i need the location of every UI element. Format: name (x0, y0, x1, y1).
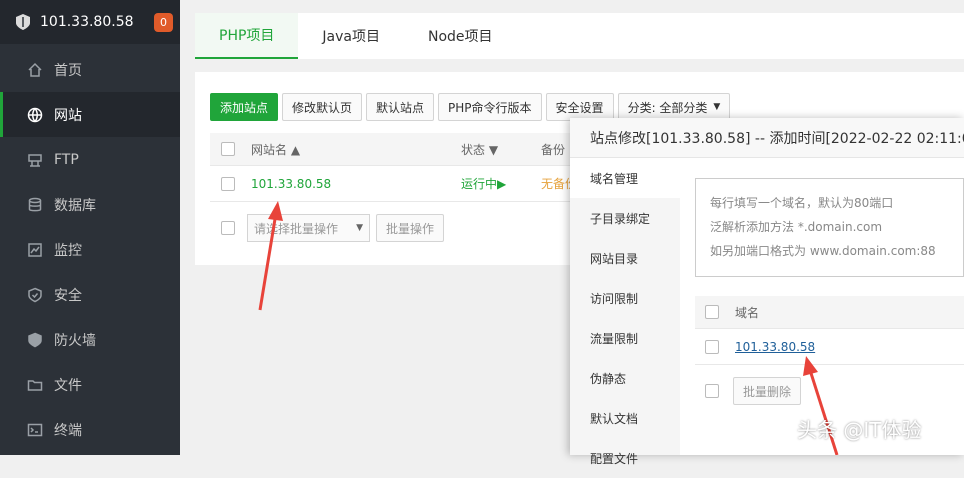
sidebar-item-database[interactable]: 数据库 (0, 182, 180, 227)
modal-content: 每行填写一个域名，默认为80端口 泛解析添加方法 *.domain.com 如另… (695, 158, 964, 455)
site-status[interactable]: 运行中▶ (461, 175, 541, 192)
chevron-down-icon: ▼ (713, 102, 721, 112)
domain-table-header: 域名 (695, 296, 964, 329)
domain-checkbox[interactable] (705, 339, 719, 354)
category-dropdown[interactable]: 分类: 全部分类 ▼ (617, 93, 731, 121)
header-site-name[interactable]: 网站名 ▲ (251, 141, 461, 158)
sidebar-item-security[interactable]: 安全 (0, 272, 180, 317)
folder-icon (27, 377, 43, 393)
sidebar-item-label: 安全 (54, 287, 82, 304)
batch-delete-button[interactable]: 批量删除 (733, 377, 802, 405)
project-tabs: PHP项目 Java项目 Node项目 (195, 13, 964, 59)
firewall-icon (27, 332, 43, 348)
server-ip: 101.33.80.58 (40, 14, 134, 30)
shield-icon (27, 287, 43, 303)
row-checkbox[interactable] (221, 176, 235, 191)
shield-logo-icon (16, 14, 30, 30)
hint-line: 如另加端口格式为 www.domain.com:88 (710, 244, 936, 258)
add-site-button[interactable]: 添加站点 (210, 93, 279, 121)
sidebar-item-label: FTP (54, 151, 79, 168)
sidebar-item-label: 网站 (54, 107, 82, 124)
sidebar-item-files[interactable]: 文件 (0, 362, 180, 407)
batch-select-placeholder: 请选择批量操作 (254, 221, 339, 236)
php-cli-version-button[interactable]: PHP命令行版本 (438, 93, 542, 121)
sidebar-item-home[interactable]: 首页 (0, 47, 180, 92)
modal-nav: 域名管理 子目录绑定 网站目录 访问限制 流量限制 伪静态 默认文档 配置文件 (570, 158, 680, 466)
tab-java[interactable]: Java项目 (298, 13, 404, 59)
domain-table: 域名 101.33.80.58 (695, 296, 964, 365)
nav-access-restriction[interactable]: 访问限制 (570, 278, 680, 318)
select-all-checkbox[interactable] (221, 142, 235, 156)
tab-php[interactable]: PHP项目 (195, 13, 299, 59)
header-status[interactable]: 状态 ▼ (461, 141, 541, 158)
domain-batch-bar: 批量删除 (695, 377, 802, 405)
nav-site-directory[interactable]: 网站目录 (570, 238, 680, 278)
nav-domain-management[interactable]: 域名管理 (570, 158, 680, 198)
nav-default-document[interactable]: 默认文档 (570, 398, 680, 438)
nav-rewrite[interactable]: 伪静态 (570, 358, 680, 398)
sidebar-item-label: 防火墙 (54, 332, 96, 349)
batch-operation-button[interactable]: 批量操作 (376, 214, 445, 242)
database-icon (27, 197, 43, 213)
site-name-link[interactable]: 101.33.80.58 (251, 177, 461, 191)
sidebar-item-website[interactable]: 网站 (0, 92, 180, 137)
site-edit-modal: 站点修改[101.33.80.58] -- 添加时间[2022-02-22 02… (570, 118, 964, 466)
sidebar-item-label: 数据库 (54, 197, 96, 214)
table-row: 101.33.80.58 (695, 329, 964, 365)
sidebar-item-ftp[interactable]: FTP (0, 137, 180, 182)
home-icon (27, 62, 43, 78)
chevron-down-icon: ▼ (356, 223, 363, 233)
sidebar-item-firewall[interactable]: 防火墙 (0, 317, 180, 362)
header-backup: 备份 (541, 142, 566, 157)
domain-link[interactable]: 101.33.80.58 (735, 340, 815, 354)
nav-traffic-limit[interactable]: 流量限制 (570, 318, 680, 358)
toolbar: 添加站点 修改默认页 默认站点 PHP命令行版本 安全设置 分类: 全部分类 ▼ (210, 93, 731, 121)
monitor-icon (27, 242, 43, 258)
modify-default-page-button[interactable]: 修改默认页 (282, 93, 363, 121)
sidebar: 101.33.80.58 0 首页 网站 FTP 数据库 监控 安全 防火墙 文… (0, 0, 180, 455)
server-header[interactable]: 101.33.80.58 0 (0, 0, 180, 44)
modal-title: 站点修改[101.33.80.58] -- 添加时间[2022-02-22 02… (570, 118, 964, 158)
sidebar-item-label: 文件 (54, 377, 82, 394)
nav-subdirectory-binding[interactable]: 子目录绑定 (570, 198, 680, 238)
sidebar-item-label: 终端 (54, 422, 82, 439)
sidebar-item-label: 监控 (54, 242, 82, 259)
domain-textarea[interactable]: 每行填写一个域名，默认为80端口 泛解析添加方法 *.domain.com 如另… (695, 178, 964, 277)
select-all-domains-checkbox[interactable] (705, 305, 719, 319)
notification-badge[interactable]: 0 (154, 13, 173, 32)
hint-line: 每行填写一个域名，默认为80端口 (710, 196, 894, 210)
batch-select[interactable]: 请选择批量操作 ▼ (247, 214, 370, 242)
nav-config-file[interactable]: 配置文件 (570, 438, 680, 478)
domain-batch-checkbox[interactable] (705, 384, 719, 398)
batch-bar: 请选择批量操作 ▼ 批量操作 (210, 214, 445, 242)
hint-line: 泛解析添加方法 *.domain.com (710, 220, 883, 234)
watermark: 头条 @IT体验 (797, 418, 922, 442)
terminal-icon (27, 422, 43, 438)
security-settings-button[interactable]: 安全设置 (545, 93, 614, 121)
globe-icon (27, 107, 43, 123)
header-domain: 域名 (735, 305, 760, 320)
sidebar-item-monitor[interactable]: 监控 (0, 227, 180, 272)
sidebar-item-terminal[interactable]: 终端 (0, 407, 180, 452)
batch-checkbox[interactable] (221, 221, 235, 235)
category-label: 分类: 全部分类 (627, 100, 708, 115)
sidebar-item-label: 首页 (54, 62, 82, 79)
default-site-button[interactable]: 默认站点 (366, 93, 435, 121)
ftp-icon (27, 152, 43, 168)
tab-node[interactable]: Node项目 (404, 13, 517, 59)
